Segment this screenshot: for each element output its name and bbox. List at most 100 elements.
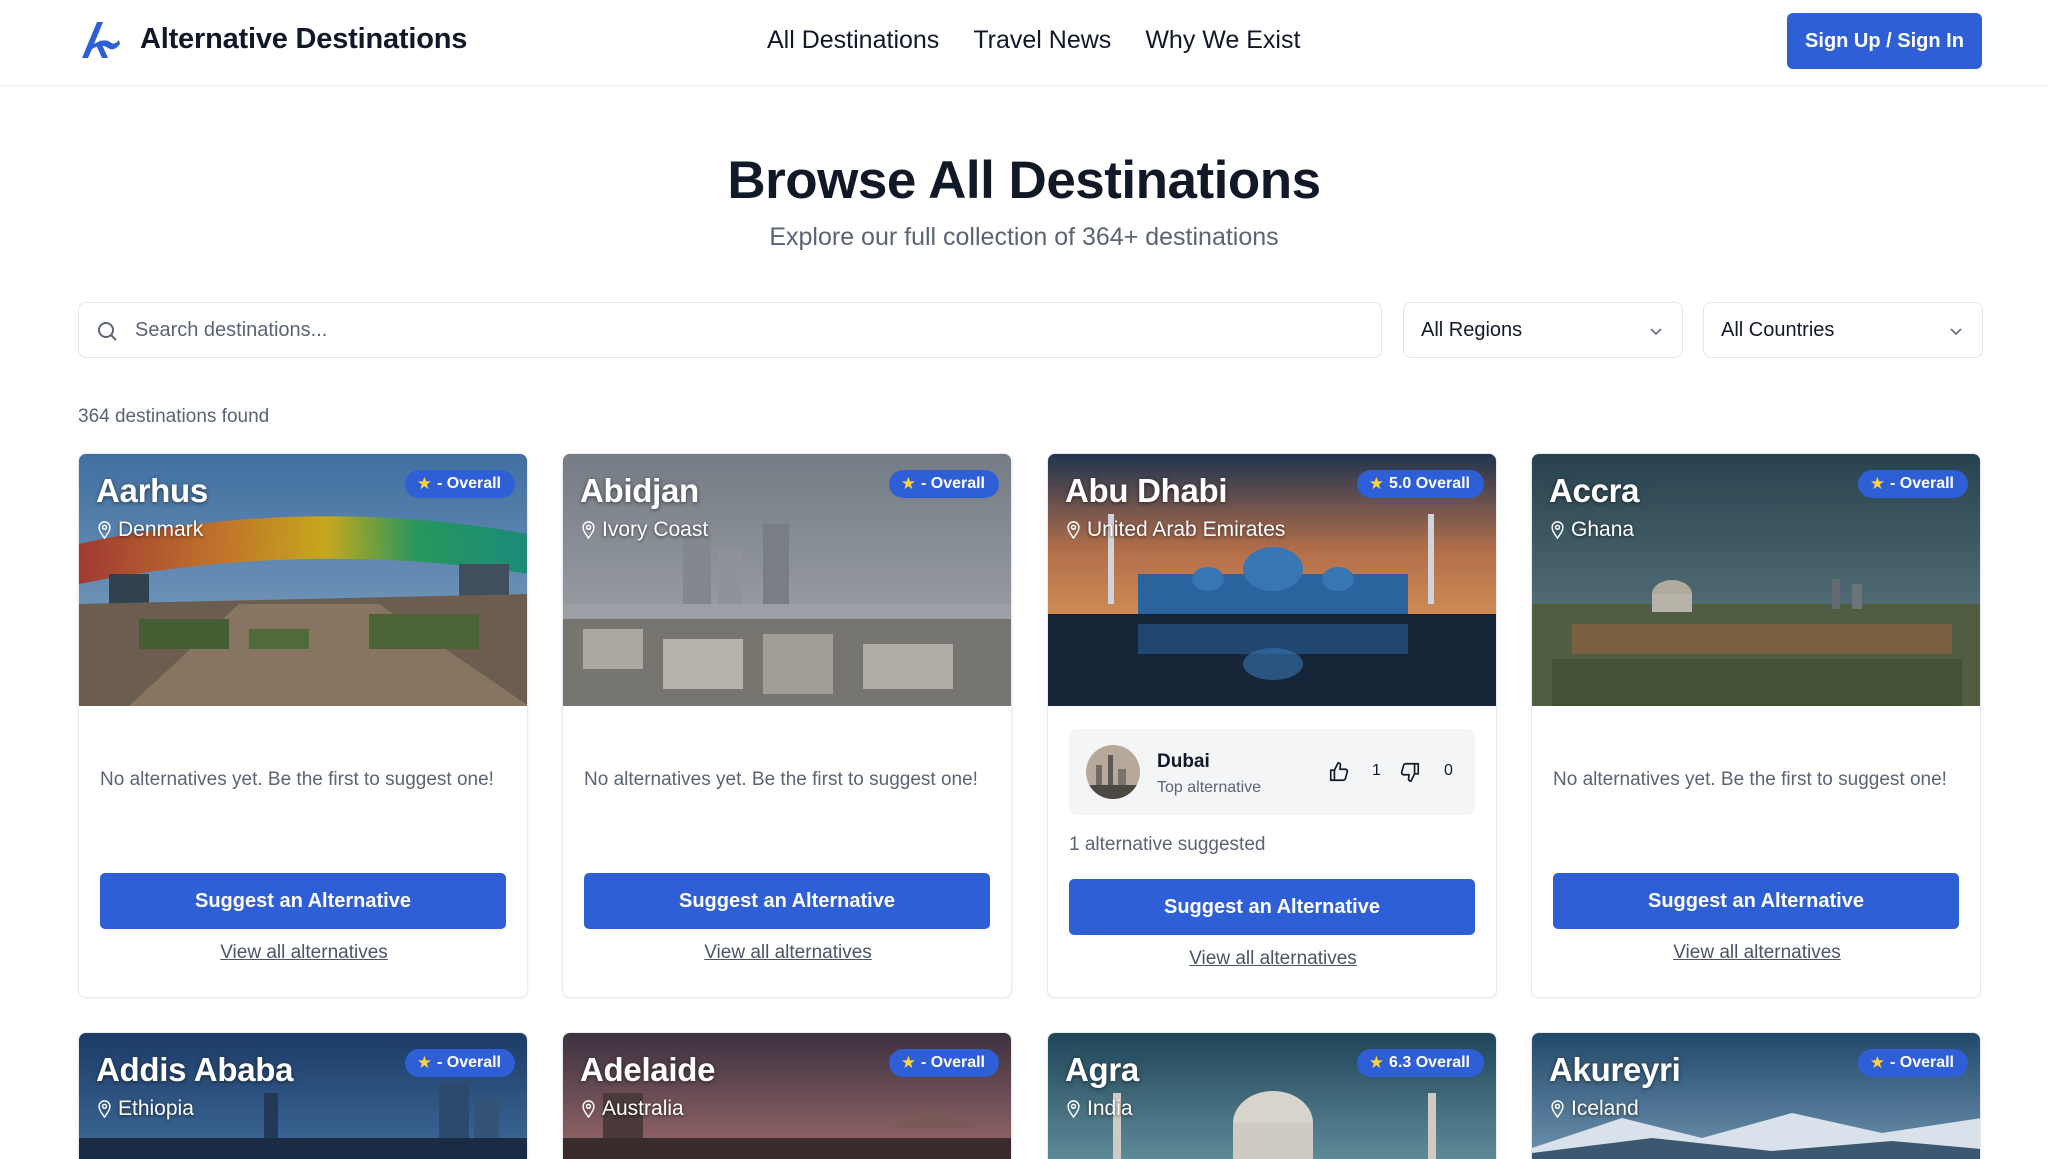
destination-image[interactable]: Adelaide Australia ★ - Overall [563, 1033, 1011, 1159]
rating-badge: ★ - Overall [1857, 470, 1968, 498]
destination-card-abidjan: Abidjan Ivory Coast ★ - Overall No altern… [562, 453, 1012, 998]
no-alternatives-text: No alternatives yet. Be the first to sug… [584, 769, 978, 790]
rating-badge: ★ 6.3 Overall [1356, 1049, 1484, 1077]
card-city: Accra [1549, 472, 1640, 509]
star-icon: ★ [1368, 1053, 1385, 1072]
brand-logo-icon[interactable] [78, 18, 122, 62]
destination-image[interactable]: Abidjan Ivory Coast ★ - Overall [563, 454, 1011, 706]
upvote-count: 1 [1372, 762, 1381, 779]
star-icon: ★ [416, 474, 432, 493]
rating-badge: ★ - Overall [1857, 1049, 1968, 1077]
view-all-alternatives-link[interactable]: View all alternatives [1532, 942, 1980, 964]
nav-travel-news[interactable]: Travel News [973, 26, 1111, 55]
card-country-label: Denmark [118, 518, 204, 541]
map-pin-icon [1551, 521, 1564, 539]
alternative-thumbnail [1086, 745, 1140, 799]
destination-image[interactable]: Addis Ababa Ethiopia ★ - Overall [79, 1033, 527, 1159]
view-all-alternatives-link[interactable]: View all alternatives [1048, 948, 1496, 970]
results-count: 364 destinations found [78, 406, 270, 427]
card-city: Abu Dhabi [1065, 472, 1228, 509]
card-country: Iceland [1550, 1097, 1639, 1121]
view-all-alternatives-link[interactable]: View all alternatives [563, 942, 1011, 964]
main-nav: All Destinations Travel News Why We Exis… [767, 26, 1300, 55]
map-pin-icon [1067, 1100, 1080, 1118]
no-alternatives-text: No alternatives yet. Be the first to sug… [100, 769, 494, 790]
sign-up-button[interactable]: Sign Up / Sign In [1787, 13, 1982, 69]
card-country-label: India [1087, 1097, 1133, 1120]
country-select-value: All Countries [1721, 319, 1835, 341]
card-city: Akureyri [1549, 1051, 1681, 1088]
card-country: Denmark [97, 518, 203, 542]
destination-card-aarhus: Aarhus Denmark ★ - Overall No alternative… [78, 453, 528, 998]
map-pin-icon [98, 521, 111, 539]
top-alternative[interactable]: Dubai Top alternative 1 0 [1069, 729, 1475, 815]
thumbs-up-icon[interactable] [1328, 761, 1350, 783]
nav-all-destinations[interactable]: All Destinations [767, 26, 939, 55]
view-all-alternatives-link[interactable]: View all alternatives [79, 942, 527, 964]
destination-card-accra: Accra Ghana ★ - Overall No alternatives y… [1531, 453, 1981, 998]
rating-badge: ★ - Overall [888, 470, 999, 498]
country-select[interactable]: All Countries [1703, 302, 1983, 358]
search-box[interactable] [78, 302, 1382, 358]
card-country-label: United Arab Emirates [1087, 518, 1286, 541]
card-country: United Arab Emirates [1066, 518, 1285, 542]
rating-label: - Overall [436, 475, 501, 492]
star-icon: ★ [1869, 1053, 1885, 1072]
destination-image[interactable]: Accra Ghana ★ - Overall [1532, 454, 1980, 706]
card-country: Australia [581, 1097, 684, 1121]
map-pin-icon [1067, 521, 1080, 539]
destination-card-addis-ababa: Addis Ababa Ethiopia ★ - Overall [78, 1032, 528, 1159]
destination-image[interactable]: Akureyri Iceland ★ - Overall [1532, 1033, 1980, 1159]
card-country: Ethiopia [97, 1097, 194, 1121]
rating-label: 6.3 Overall [1389, 1054, 1470, 1071]
suggest-alternative-button[interactable]: Suggest an Alternative [1069, 879, 1475, 935]
map-pin-icon [582, 1100, 595, 1118]
rating-badge: ★ 5.0 Overall [1356, 470, 1484, 498]
rating-label: - Overall [436, 1054, 501, 1071]
alternative-subtitle: Top alternative [1157, 779, 1262, 796]
rating-label: - Overall [920, 1054, 985, 1071]
region-select[interactable]: All Regions [1403, 302, 1683, 358]
destination-card-agra: Agra India ★ 6.3 Overall [1047, 1032, 1497, 1159]
card-country-label: Iceland [1571, 1097, 1639, 1120]
region-select-value: All Regions [1421, 319, 1523, 341]
page-title: Browse All Destinations [727, 151, 1321, 210]
destination-image[interactable]: Abu Dhabi United Arab Emirates ★ 5.0 Over… [1048, 454, 1496, 706]
destination-card-adelaide: Adelaide Australia ★ - Overall [562, 1032, 1012, 1159]
destination-image[interactable]: Aarhus Denmark ★ - Overall [79, 454, 527, 706]
card-city: Aarhus [96, 472, 208, 509]
nav-why-we-exist[interactable]: Why We Exist [1145, 26, 1300, 55]
destination-image[interactable]: Agra India ★ 6.3 Overall [1048, 1033, 1496, 1159]
destination-card-akureyri: Akureyri Iceland ★ - Overall [1531, 1032, 1981, 1159]
star-icon: ★ [900, 474, 916, 493]
card-city: Addis Ababa [96, 1051, 294, 1088]
rating-label: - Overall [1889, 1054, 1954, 1071]
no-alternatives-text: No alternatives yet. Be the first to sug… [1553, 769, 1947, 790]
rating-badge: ★ - Overall [404, 1049, 515, 1077]
rating-label: 5.0 Overall [1389, 475, 1470, 492]
page-subtitle: Explore our full collection of 364+ dest… [769, 223, 1279, 251]
downvote-count: 0 [1444, 762, 1453, 779]
card-country: Ivory Coast [581, 518, 708, 542]
suggest-alternative-button[interactable]: Suggest an Alternative [1553, 873, 1959, 929]
star-icon: ★ [1368, 474, 1385, 493]
rating-label: - Overall [1889, 475, 1954, 492]
search-icon [98, 322, 117, 341]
card-city: Agra [1065, 1051, 1139, 1088]
search-input[interactable] [135, 303, 1365, 357]
map-pin-icon [98, 1100, 111, 1118]
brand-name[interactable]: Alternative Destinations [140, 23, 467, 56]
suggest-alternative-button[interactable]: Suggest an Alternative [584, 873, 990, 929]
star-icon: ★ [1869, 474, 1885, 493]
star-icon: ★ [900, 1053, 916, 1072]
thumbs-down-icon[interactable] [1399, 761, 1421, 783]
chevron-down-icon [1650, 328, 1662, 336]
suggest-alternative-button[interactable]: Suggest an Alternative [100, 873, 506, 929]
card-country-label: Ethiopia [118, 1097, 194, 1120]
destination-card-abu-dhabi: Abu Dhabi United Arab Emirates ★ 5.0 Over… [1047, 453, 1497, 998]
alternative-name: Dubai [1157, 751, 1210, 772]
map-pin-icon [1551, 1100, 1564, 1118]
card-country-label: Australia [602, 1097, 684, 1120]
card-country-label: Ghana [1571, 518, 1635, 541]
rating-label: - Overall [920, 475, 985, 492]
